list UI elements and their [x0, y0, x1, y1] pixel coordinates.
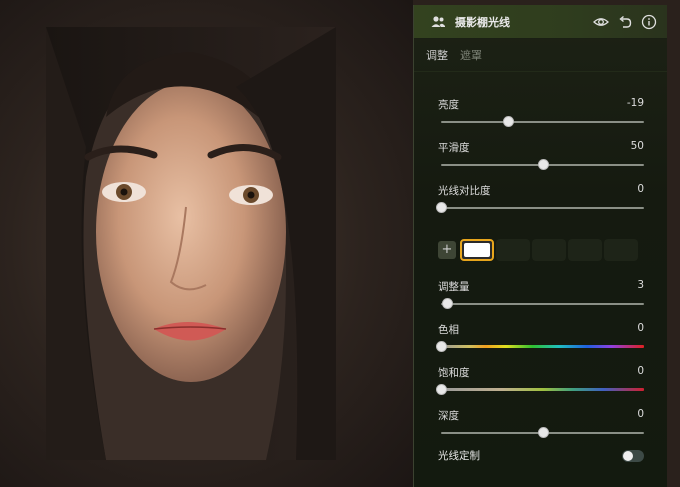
info-icon[interactable]: [640, 13, 658, 31]
light-contrast-value[interactable]: 0: [637, 183, 644, 198]
smoothness-label: 平滑度: [438, 142, 470, 154]
depth-control: 深度 0: [438, 408, 644, 438]
light-contrast-label: 光线对比度: [438, 185, 491, 197]
hue-thumb[interactable]: [436, 341, 447, 352]
saturation-label: 饱和度: [438, 367, 470, 379]
light-contrast-slider[interactable]: [436, 202, 644, 213]
brightness-track[interactable]: [441, 121, 644, 123]
smoothness-slider[interactable]: [438, 159, 644, 170]
amount-slider[interactable]: [438, 298, 644, 309]
depth-label: 深度: [438, 410, 459, 422]
brightness-slider[interactable]: [438, 116, 644, 127]
depth-thumb[interactable]: [537, 427, 549, 438]
brightness-control: 亮度 -19: [438, 97, 644, 127]
swatch-color: [464, 243, 490, 257]
amount-label: 调整量: [438, 281, 470, 293]
saturation-control: 饱和度 0: [436, 365, 644, 395]
panel-title: 摄影棚光线: [455, 15, 510, 29]
add-swatch-button[interactable]: +: [438, 241, 456, 259]
swatch-empty[interactable]: [532, 239, 566, 261]
hue-label: 色相: [438, 324, 459, 336]
swatch-empty[interactable]: [604, 239, 638, 261]
amount-thumb[interactable]: [442, 298, 454, 309]
custom-light-label: 光线定制: [438, 450, 480, 462]
swatch-empty[interactable]: [496, 239, 530, 261]
swatch-selected[interactable]: [460, 239, 494, 261]
panel-header: 摄影棚光线: [414, 5, 667, 39]
people-icon: [429, 13, 447, 31]
amount-track[interactable]: [441, 303, 644, 305]
saturation-value[interactable]: 0: [637, 365, 644, 380]
brightness-thumb[interactable]: [502, 116, 514, 127]
saturation-thumb[interactable]: [436, 384, 447, 395]
amount-control: 调整量 3: [438, 279, 644, 309]
hue-slider[interactable]: [436, 341, 644, 352]
hue-control: 色相 0: [436, 322, 644, 352]
panel-tabs: 调整 遮罩: [414, 39, 667, 72]
depth-slider[interactable]: [438, 427, 644, 438]
portrait-photo: [46, 27, 336, 460]
saturation-track[interactable]: [441, 388, 644, 391]
light-contrast-control: 光线对比度 0: [436, 183, 644, 213]
smoothness-control: 平滑度 50: [438, 140, 644, 170]
hue-track[interactable]: [441, 345, 644, 348]
saturation-slider[interactable]: [436, 384, 644, 395]
light-contrast-thumb[interactable]: [436, 202, 447, 213]
toggle-knob[interactable]: [623, 450, 633, 461]
adjustment-panel: 摄影棚光线 调整 遮罩 亮度 -19 平滑度 50 光线对比度 0 + 调整量 …: [413, 5, 667, 487]
swatch-empty[interactable]: [568, 239, 602, 261]
undo-icon[interactable]: [616, 13, 634, 31]
brightness-value[interactable]: -19: [627, 97, 644, 112]
light-swatches: +: [438, 239, 640, 261]
depth-value[interactable]: 0: [637, 408, 644, 423]
tab-mask[interactable]: 遮罩: [460, 47, 482, 63]
brightness-label: 亮度: [438, 99, 459, 111]
eye-icon[interactable]: [592, 13, 610, 31]
amount-value[interactable]: 3: [637, 279, 644, 294]
custom-light-row: 光线定制: [438, 448, 644, 463]
smoothness-value[interactable]: 50: [631, 140, 644, 155]
tab-adjust[interactable]: 调整: [426, 47, 448, 63]
custom-light-toggle[interactable]: [622, 449, 644, 462]
smoothness-thumb[interactable]: [537, 159, 549, 170]
hue-value[interactable]: 0: [637, 322, 644, 337]
portrait-image: [46, 27, 336, 460]
light-contrast-track[interactable]: [441, 207, 644, 209]
